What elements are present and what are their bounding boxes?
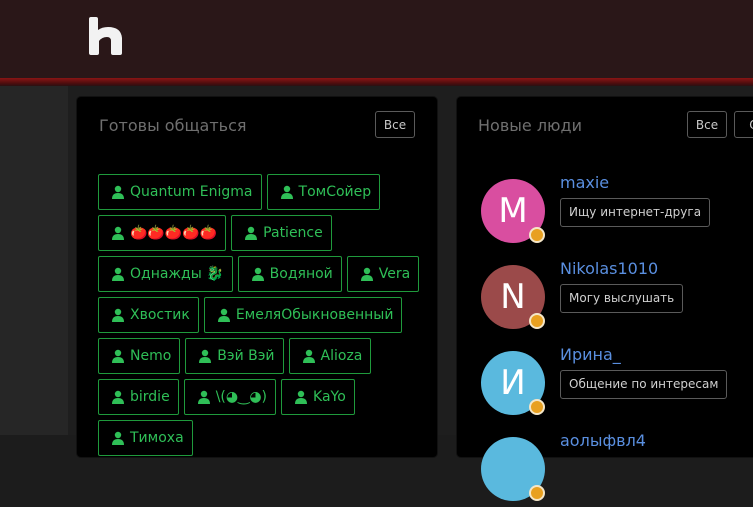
user-chip-name: Alioza bbox=[320, 348, 363, 364]
user-chip[interactable]: Хвостик bbox=[98, 297, 199, 333]
status-dot-icon bbox=[529, 227, 545, 243]
user-chip-name: 🍅🍅🍅🍅🍅 bbox=[130, 225, 218, 241]
person-status-tag: Могу выслушать bbox=[560, 284, 684, 313]
new-people-second-button[interactable]: О bbox=[734, 111, 753, 138]
user-chip[interactable]: \(◕‿◕) bbox=[183, 379, 277, 415]
user-chip[interactable]: Patience bbox=[231, 215, 332, 251]
user-chip[interactable]: ТомСойер bbox=[266, 174, 381, 210]
user-icon bbox=[251, 267, 264, 281]
user-chip[interactable]: Тимоха bbox=[98, 420, 193, 456]
user-icon bbox=[217, 308, 230, 322]
user-chip-name: Однажды 🐉 bbox=[130, 266, 224, 282]
new-people-all-button[interactable]: Все bbox=[687, 111, 727, 138]
user-chip-name: birdie bbox=[130, 389, 170, 405]
person-name-link[interactable]: maxie bbox=[560, 173, 609, 192]
person-name-link[interactable]: Nikolas1010 bbox=[560, 259, 658, 278]
user-chip[interactable]: KaYo bbox=[281, 379, 355, 415]
new-people-panel: Новые люди Все О MmaxieИщу интернет-друг… bbox=[457, 97, 753, 501]
user-chip-name: ТомСойер bbox=[298, 184, 372, 200]
person-row[interactable]: Mmaxie Ищу интернет-друга bbox=[481, 173, 753, 249]
left-sidebar-strip bbox=[0, 86, 68, 435]
ready-user-list: Quantum Enigma ТомСойер 🍅🍅🍅🍅🍅 Patience Однаж… bbox=[98, 174, 428, 456]
user-chip[interactable]: Вэй Вэй bbox=[185, 338, 284, 374]
user-chip-name: Водяной bbox=[269, 266, 333, 282]
user-chip[interactable]: Однажды 🐉 bbox=[98, 256, 233, 292]
user-icon bbox=[112, 226, 124, 240]
user-chip[interactable]: Водяной bbox=[237, 256, 342, 292]
ready-all-button[interactable]: Все bbox=[375, 111, 415, 138]
user-icon bbox=[280, 185, 293, 199]
user-chip[interactable]: Alioza bbox=[288, 338, 372, 374]
user-icon bbox=[199, 349, 212, 363]
ready-panel-title: Готовы общаться bbox=[99, 116, 247, 135]
user-chip-name: Вэй Вэй bbox=[217, 348, 275, 364]
person-row[interactable]: аолыфвл4 bbox=[481, 431, 753, 507]
user-icon bbox=[112, 267, 124, 281]
status-dot-icon bbox=[529, 485, 545, 501]
user-chip-name: Nemo bbox=[130, 348, 172, 364]
user-chip[interactable]: Vera bbox=[346, 256, 420, 292]
user-icon bbox=[112, 390, 124, 404]
user-icon bbox=[112, 185, 124, 199]
user-chip-name: Хвостик bbox=[130, 307, 190, 323]
person-status-tag: Ищу интернет-друга bbox=[560, 198, 711, 227]
user-chip[interactable]: 🍅🍅🍅🍅🍅 bbox=[98, 215, 227, 251]
header-stripe bbox=[0, 78, 753, 86]
user-chip-name: Тимоха bbox=[130, 430, 184, 446]
ready-to-chat-panel: Готовы общаться Все Quantum Enigma ТомСой… bbox=[77, 97, 437, 457]
new-people-title: Новые люди bbox=[478, 116, 582, 135]
user-chip-name: Quantum Enigma bbox=[130, 184, 253, 200]
user-chip-name: \(◕‿◕) bbox=[215, 389, 268, 405]
user-chip-name: Patience bbox=[263, 225, 323, 241]
user-chip[interactable]: Quantum Enigma bbox=[98, 174, 262, 210]
user-icon bbox=[360, 267, 373, 281]
status-dot-icon bbox=[529, 313, 545, 329]
user-icon bbox=[197, 390, 210, 404]
user-chip[interactable]: birdie bbox=[98, 379, 179, 415]
user-chip[interactable]: ЕмеляОбыкновенный bbox=[203, 297, 403, 333]
user-icon bbox=[245, 226, 258, 240]
person-name-link[interactable]: Ирина_ bbox=[560, 345, 621, 364]
user-icon bbox=[295, 390, 308, 404]
header-bar bbox=[0, 0, 753, 78]
user-chip-name: ЕмеляОбыкновенный bbox=[235, 307, 394, 323]
person-name-link[interactable]: аолыфвл4 bbox=[560, 431, 646, 450]
person-row[interactable]: И Ирина_ Общение по интересам bbox=[481, 345, 753, 421]
user-chip-name: Vera bbox=[378, 266, 411, 282]
user-chip[interactable]: Nemo bbox=[98, 338, 181, 374]
person-row[interactable]: N Nikolas1010 Могу выслушать bbox=[481, 259, 753, 335]
user-chip-name: KaYo bbox=[313, 389, 346, 405]
user-icon bbox=[112, 431, 124, 445]
status-dot-icon bbox=[529, 399, 545, 415]
h-logo-icon[interactable] bbox=[87, 16, 125, 56]
user-icon bbox=[112, 349, 124, 363]
person-status-tag: Общение по интересам bbox=[560, 370, 728, 399]
user-icon bbox=[112, 308, 124, 322]
user-icon bbox=[302, 349, 315, 363]
